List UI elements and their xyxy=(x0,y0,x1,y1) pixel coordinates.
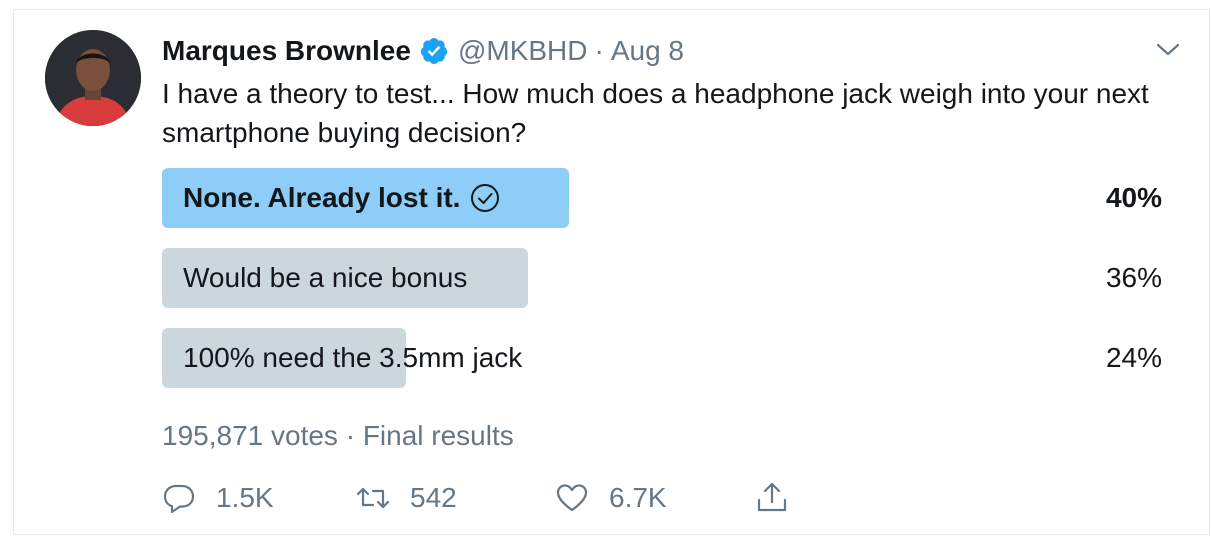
poll-option-label: None. Already lost it. xyxy=(183,168,500,228)
tweet-card[interactable]: Marques Brownlee @MKBHD · Aug 8 I have a… xyxy=(13,9,1210,535)
author-handle[interactable]: @MKBHD xyxy=(458,32,588,70)
like-count: 6.7K xyxy=(609,482,667,513)
check-circle-icon xyxy=(471,184,500,212)
tweet-text: I have a theory to test... How much does… xyxy=(162,78,1149,148)
like-button[interactable]: 6.7K xyxy=(555,478,667,518)
meta-separator: · xyxy=(345,420,356,451)
poll-option-text: Would be a nice bonus xyxy=(183,262,468,293)
poll-option-label: 100% need the 3.5mm jack xyxy=(183,328,522,388)
poll-option: None. Already lost it. 40% xyxy=(162,168,1162,228)
poll-meta: 195,871 votes · Final results xyxy=(162,420,514,452)
chevron-down-icon[interactable] xyxy=(1155,40,1181,60)
reply-icon xyxy=(163,484,195,514)
tweet-date[interactable]: Aug 8 xyxy=(611,32,684,70)
card-divider xyxy=(13,534,1210,535)
verified-badge-icon xyxy=(420,38,448,64)
tweet-actions: 1.5K 542 6.7K xyxy=(162,478,822,518)
tweet-header: Marques Brownlee @MKBHD · Aug 8 xyxy=(162,32,684,70)
poll-option-text: 100% need the 3.5mm jack xyxy=(183,342,523,373)
poll-option-percent: 24% xyxy=(1105,342,1162,373)
share-icon xyxy=(757,482,787,512)
poll-option-label: Would be a nice bonus xyxy=(183,248,467,308)
poll-status: Final results xyxy=(362,420,514,451)
vote-count: 195,871 votes xyxy=(162,420,338,451)
retweet-count: 542 xyxy=(410,482,457,513)
avatar[interactable] xyxy=(45,30,141,126)
reply-button[interactable]: 1.5K xyxy=(162,478,274,518)
avatar-image xyxy=(45,30,141,126)
reply-count: 1.5K xyxy=(216,482,274,513)
share-button[interactable] xyxy=(755,478,789,518)
poll-option: 100% need the 3.5mm jack 24% xyxy=(162,328,1162,388)
retweet-icon xyxy=(356,487,390,509)
poll-option-percent: 36% xyxy=(1105,262,1162,293)
header-separator: · xyxy=(594,35,604,66)
like-icon xyxy=(556,484,588,512)
poll-option: Would be a nice bonus 36% xyxy=(162,248,1162,308)
poll-option-text: None. Already lost it. xyxy=(183,182,461,213)
author-name[interactable]: Marques Brownlee xyxy=(162,32,411,70)
poll: None. Already lost it. 40% Would be a ni… xyxy=(162,168,1162,408)
poll-option-percent: 40% xyxy=(1105,182,1162,213)
retweet-button[interactable]: 542 xyxy=(356,478,457,518)
